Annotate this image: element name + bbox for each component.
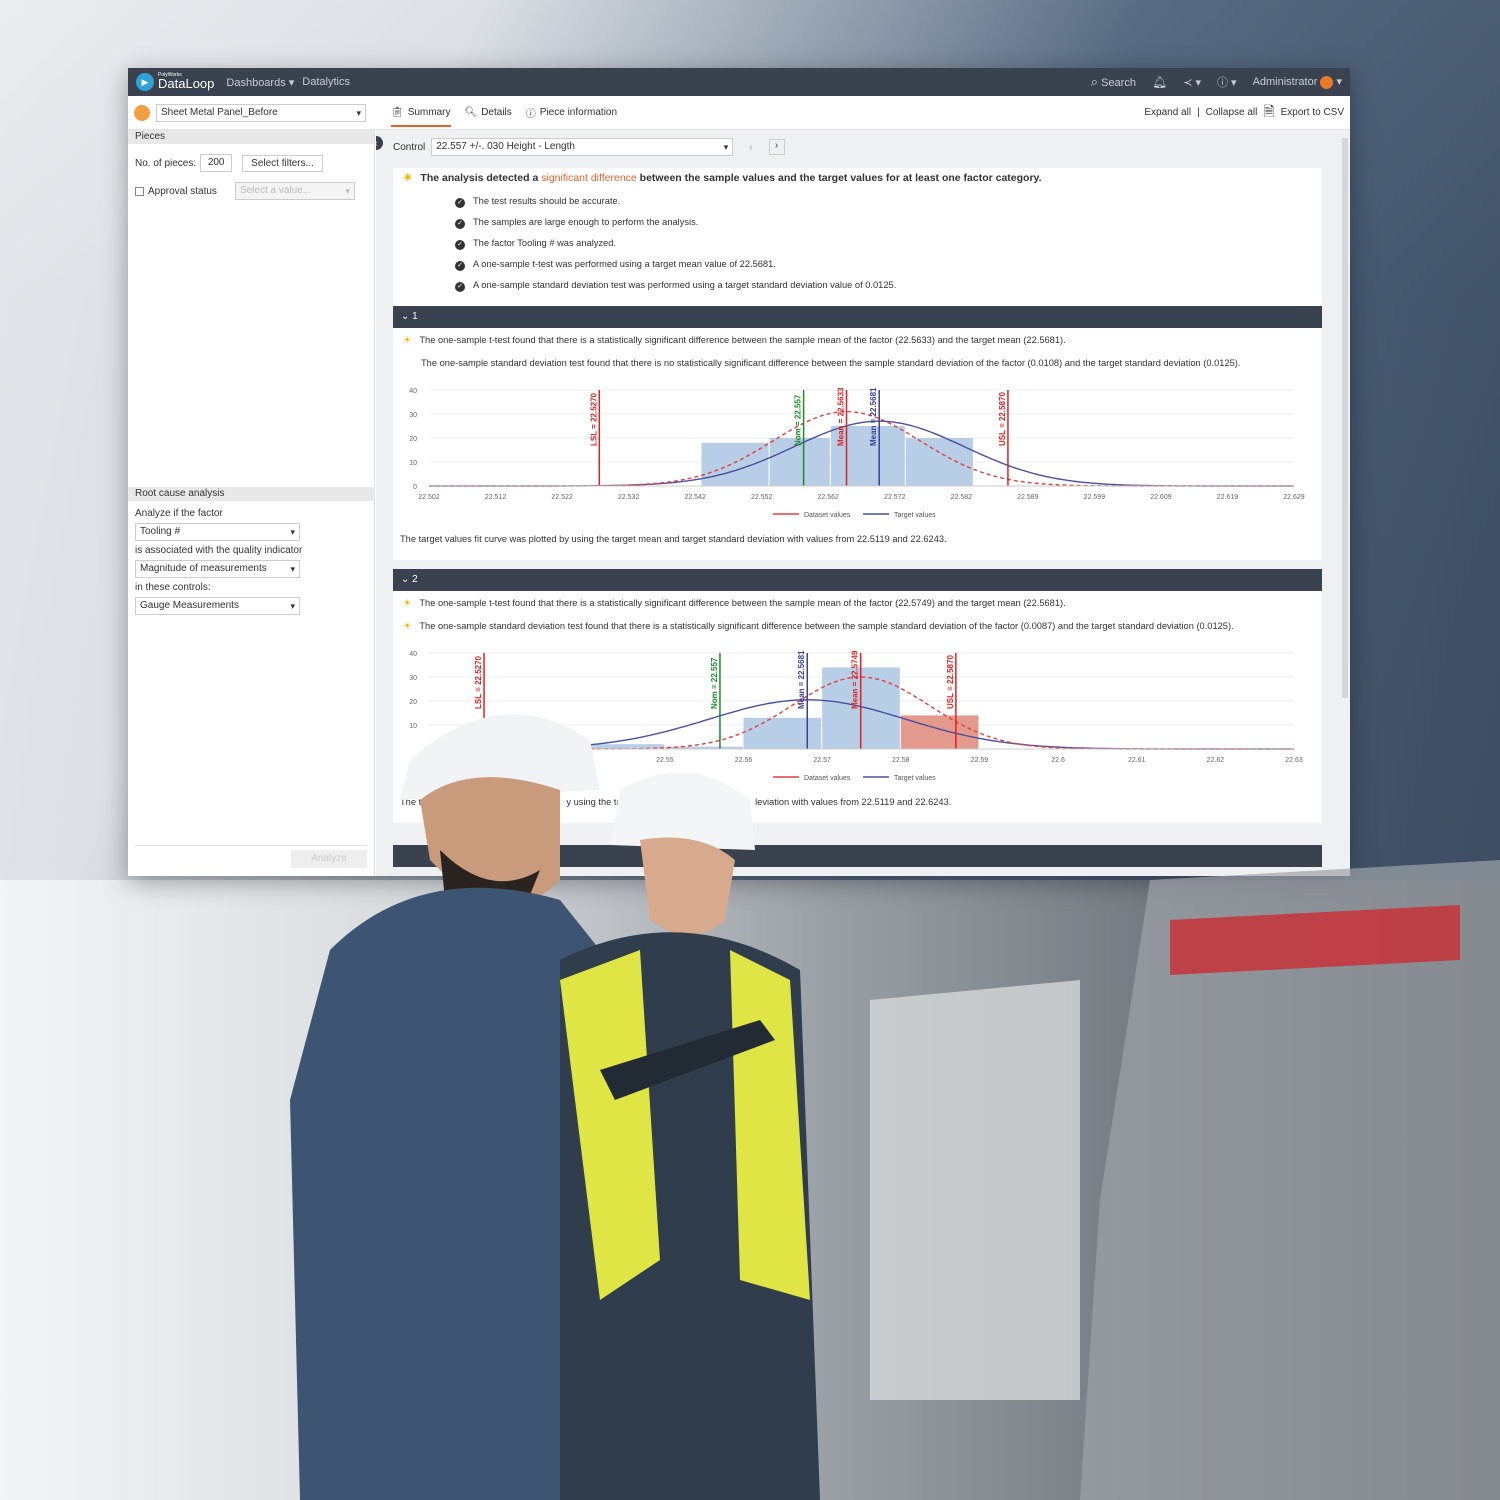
workers-photo	[290, 714, 1500, 1500]
